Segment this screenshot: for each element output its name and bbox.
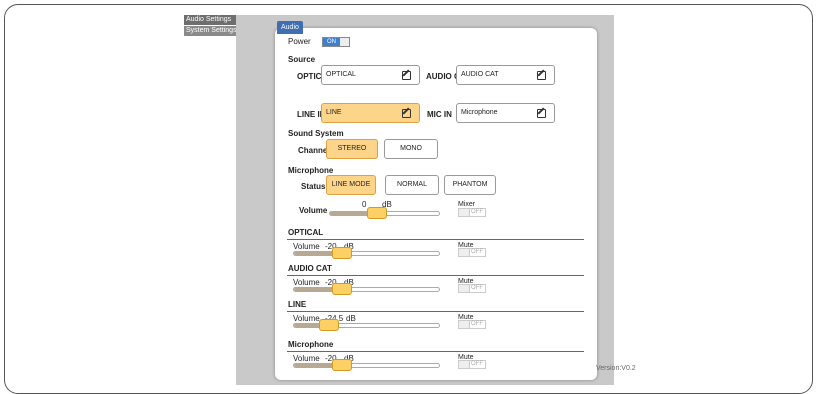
section-divider xyxy=(287,239,584,240)
channel-volume-slider[interactable] xyxy=(293,283,440,295)
mic-in-field[interactable]: Microphone xyxy=(456,103,555,123)
slider-thumb[interactable] xyxy=(332,247,352,259)
edit-icon[interactable] xyxy=(402,71,411,80)
power-toggle[interactable]: ON xyxy=(322,37,350,47)
sound-system-heading: Sound System xyxy=(288,129,344,138)
channel-volume-label: Volume xyxy=(293,314,320,323)
channel-volume-label: Volume xyxy=(293,278,320,287)
mute-toggle[interactable]: OFF xyxy=(458,360,486,369)
line-in-field[interactable]: LINE xyxy=(321,103,420,123)
normal-button[interactable]: NORMAL xyxy=(385,175,439,195)
slider-thumb[interactable] xyxy=(332,283,352,295)
channel-volume-slider[interactable] xyxy=(293,319,440,331)
channel-volume-slider[interactable] xyxy=(293,247,440,259)
audio-cat-source-field[interactable]: AUDIO CAT xyxy=(456,65,555,85)
mic-in-value: Microphone xyxy=(461,109,498,116)
mute-toggle[interactable]: OFF xyxy=(458,320,486,329)
channel-volume-label: Volume xyxy=(293,242,320,251)
version-label: Version:V0.2 xyxy=(596,365,636,372)
section-divider xyxy=(287,311,584,312)
edit-icon[interactable] xyxy=(537,71,546,80)
mixer-label: Mixer xyxy=(458,201,476,208)
audio-cat-source-value: AUDIO CAT xyxy=(461,71,499,78)
mic-in-label: MIC IN xyxy=(427,110,452,119)
channel-heading: AUDIO CAT xyxy=(288,264,332,273)
mute-toggle[interactable]: OFF xyxy=(458,248,486,257)
optical-source-field[interactable]: OPTICAL xyxy=(321,65,420,85)
power-label: Power xyxy=(288,37,311,46)
nav-item-audio-settings[interactable]: Audio Settings xyxy=(184,15,238,25)
edit-icon[interactable] xyxy=(402,109,411,118)
slider-thumb[interactable] xyxy=(332,359,352,371)
channel-volume-unit: dB xyxy=(346,314,356,323)
channel-heading: OPTICAL xyxy=(288,228,324,237)
side-nav: Audio Settings System Settings xyxy=(184,15,238,37)
stereo-button[interactable]: STEREO xyxy=(326,139,378,159)
channel-volume-label: Volume xyxy=(293,354,320,363)
slider-thumb[interactable] xyxy=(319,319,339,331)
mic-status-label: Status xyxy=(301,182,326,191)
mixer-toggle[interactable]: OFF xyxy=(458,208,486,217)
source-heading: Source xyxy=(288,55,316,64)
edit-icon[interactable] xyxy=(537,109,546,118)
channel-heading: LINE xyxy=(288,300,307,309)
power-state: ON xyxy=(323,38,340,46)
phantom-button[interactable]: PHANTOM xyxy=(444,175,496,195)
slider-thumb[interactable] xyxy=(367,207,387,219)
section-divider xyxy=(287,275,584,276)
mic-volume-value: 0 xyxy=(362,200,367,209)
optical-source-value: OPTICAL xyxy=(326,71,356,78)
mono-button[interactable]: MONO xyxy=(384,139,438,159)
microphone-heading: Microphone xyxy=(288,166,334,175)
nav-item-system-settings[interactable]: System Settings xyxy=(184,26,238,36)
mute-toggle[interactable]: OFF xyxy=(458,284,486,293)
line-mode-button[interactable]: LINE MODE xyxy=(326,175,376,195)
line-in-value: LINE xyxy=(326,109,342,116)
channel-label: Channel xyxy=(298,146,330,155)
mic-volume-label: Volume xyxy=(299,206,328,215)
section-divider xyxy=(287,351,584,352)
channel-volume-slider[interactable] xyxy=(293,359,440,371)
channel-heading: Microphone xyxy=(288,340,334,349)
mic-volume-slider[interactable] xyxy=(329,207,440,219)
tab-audio[interactable]: Audio xyxy=(277,21,303,34)
